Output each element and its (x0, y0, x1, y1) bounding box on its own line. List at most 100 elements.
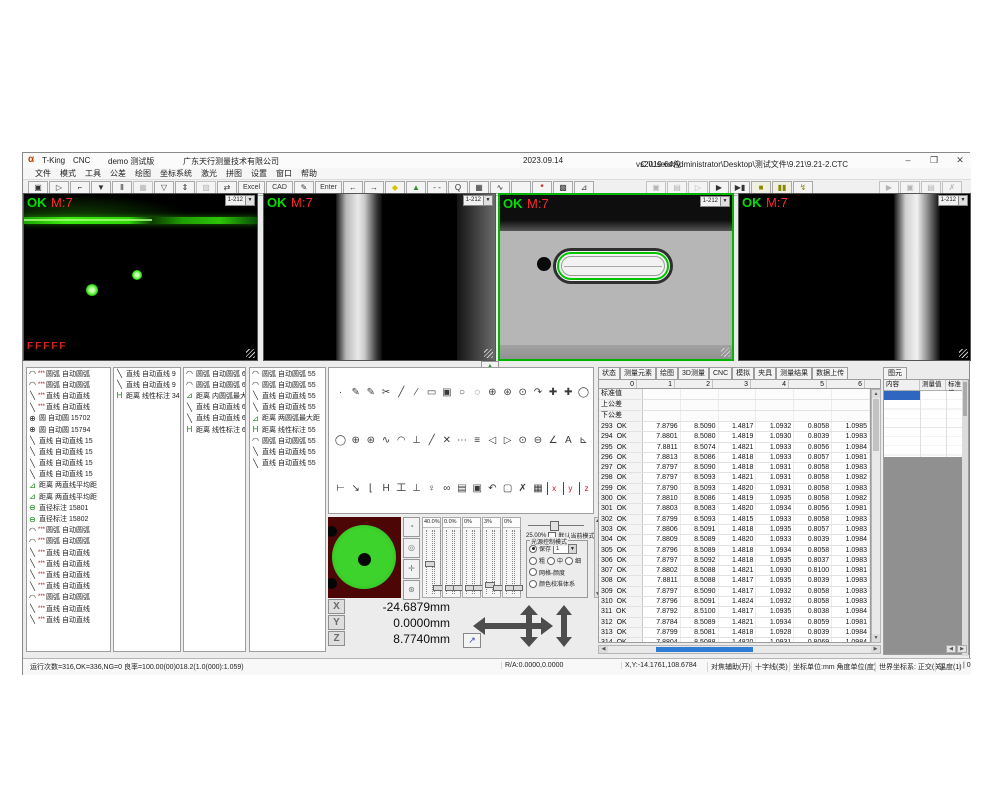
light-slider-group[interactable]: 0% (502, 517, 521, 598)
table-row[interactable]: 303 OK7.88068.50911.48181.09350.80571.09… (599, 525, 870, 535)
light-slider-group[interactable]: 0% (462, 517, 481, 598)
palette-tool-icon[interactable]: ▷ (501, 434, 514, 447)
palette-tool-icon[interactable]: ○ (456, 386, 469, 399)
medium-radio[interactable] (547, 557, 555, 565)
z-axis-icon[interactable]: Z (328, 631, 345, 646)
ring-light-preview[interactable] (328, 517, 401, 598)
palette-tool-icon[interactable]: ✎ (349, 386, 362, 399)
measure-list-item[interactable]: ◠***圆弧 自动圆弧 (27, 525, 110, 536)
table-row[interactable]: 300 OK7.88108.50861.48191.09350.80581.09… (599, 494, 870, 504)
measure-list-item[interactable]: H距离 线性标注 55 (250, 424, 325, 435)
table-row[interactable]: 下公差 (599, 411, 870, 422)
measure-list-item[interactable]: ╲直线 自动直线 55 (250, 402, 325, 413)
table-vertical-scrollbar[interactable]: ▲ ▼ (871, 389, 881, 643)
measure-list-item[interactable]: ╲***直线 自动直线 (27, 558, 110, 569)
table-row[interactable]: 312 OK7.87848.50891.48211.09340.80591.09… (599, 618, 870, 628)
element-scrollbar[interactable] (962, 380, 968, 656)
menu-item[interactable]: 工具 (85, 168, 101, 179)
table-row[interactable]: 295 OK7.88118.50741.48211.09330.80561.09… (599, 443, 870, 453)
palette-tool-icon[interactable]: ✕ (440, 434, 453, 447)
table-row[interactable]: 314 OK7.88048.50881.48201.09310.80691.09… (599, 638, 870, 643)
palette-tool-icon[interactable]: ▣ (471, 482, 484, 495)
xy-jog-arrows-icon[interactable] (473, 605, 553, 647)
table-row[interactable]: 293 OK7.87968.50901.48171.09320.80581.09… (599, 422, 870, 432)
palette-tool-icon[interactable]: ╱ (395, 386, 408, 399)
slider-thumb[interactable] (550, 521, 559, 531)
results-tab[interactable]: 测量元素 (620, 367, 656, 379)
bottom-scroll-arrows[interactable]: ◀▶ (946, 645, 967, 653)
palette-tool-icon[interactable]: ▤ (456, 482, 469, 495)
y-axis-icon[interactable]: Y (328, 615, 345, 630)
palette-tool-icon[interactable]: ⊥ (410, 482, 423, 495)
results-tab[interactable]: 模拟 (732, 367, 754, 379)
resize-grip-icon[interactable] (721, 348, 730, 357)
menu-item[interactable]: 绘图 (135, 168, 151, 179)
light-slider-track[interactable] (434, 530, 441, 594)
color-cal-radio[interactable] (529, 580, 537, 588)
table-row[interactable]: 309 OK7.87978.50901.48171.09320.80581.09… (599, 587, 870, 597)
measure-list-item[interactable]: ╲直线 自动直线 15 (27, 446, 110, 457)
measure-list-item[interactable]: ╲直线 自动直线 66 (184, 402, 245, 413)
light-slider-track[interactable] (486, 530, 493, 594)
coarse-radio[interactable] (529, 557, 537, 565)
table-row[interactable]: 307 OK7.88028.50881.48211.09300.81001.09… (599, 566, 870, 576)
table-row[interactable]: 294 OK7.88018.50801.48191.09300.80391.09… (599, 432, 870, 442)
light-slider-track[interactable] (506, 530, 513, 594)
measure-list-item[interactable]: ╲***直线 自动直线 (27, 569, 110, 580)
measure-list-item[interactable]: ╲***直线 自动直线 (27, 390, 110, 401)
camera-view-1[interactable]: OK M:7 1-212▼ FFFFF (23, 193, 258, 361)
resize-grip-icon[interactable] (484, 349, 493, 358)
table-row[interactable]: 301 OK7.88038.50831.48201.09340.80561.09… (599, 504, 870, 514)
palette-tool-icon[interactable]: ▣ (440, 386, 453, 399)
palette-tool-icon[interactable]: ⌊ (364, 482, 377, 495)
measure-list-item[interactable]: ⊖直径标注 15801 (27, 502, 110, 513)
palette-tool-icon[interactable]: ◁ (486, 434, 499, 447)
palette-tool-icon[interactable]: ⊕ (486, 386, 499, 399)
minimize-button[interactable]: – (901, 153, 915, 168)
palette-tool-icon[interactable]: ◯ (577, 386, 590, 399)
palette-tool-icon[interactable]: ⊙ (516, 434, 529, 447)
results-tab[interactable]: 绘图 (656, 367, 678, 379)
palette-tool-icon[interactable]: z (579, 482, 593, 495)
x-axis-icon[interactable]: X (328, 599, 345, 614)
measure-list-item[interactable]: ╲直线 自动直线 55 (250, 390, 325, 401)
palette-tool-icon[interactable]: ⊕ (349, 434, 362, 447)
scrollbar-thumb[interactable] (873, 399, 879, 451)
results-tab[interactable]: 夹具 (754, 367, 776, 379)
palette-tool-icon[interactable]: ⋯ (456, 434, 469, 447)
measure-list-item[interactable]: ⊿距离 两圆弧最大距 (250, 413, 325, 424)
palette-tool-icon[interactable]: ◯ (334, 434, 347, 447)
measure-list-item[interactable]: ╲直线 自动直线 55 (250, 446, 325, 457)
measure-list-item[interactable]: ╲直线 自动直线 15 (27, 435, 110, 446)
table-row[interactable]: 308 OK7.88118.50881.48171.09350.80391.09… (599, 576, 870, 586)
measure-list-item[interactable]: ╲***直线 自动直线 (27, 603, 110, 614)
slider-thumb[interactable] (513, 585, 523, 591)
measure-list-item[interactable]: ◠***圆弧 自动圆弧 (27, 379, 110, 390)
measure-list-item[interactable]: ╲直线 自动直线 65 (184, 413, 245, 424)
measure-list-item[interactable]: ◠***圆弧 自动圆弧 (27, 536, 110, 547)
light-mode-button[interactable]: ◔ (403, 517, 420, 537)
palette-tool-icon[interactable]: ✚ (562, 386, 575, 399)
z-jog-arrows-icon[interactable] (556, 605, 572, 647)
palette-tool-icon[interactable]: ⊥ (410, 434, 423, 447)
palette-tool-icon[interactable]: ⊛ (364, 434, 377, 447)
grid-radio[interactable] (529, 568, 537, 576)
results-tab[interactable]: CNC (709, 367, 732, 379)
measure-list-item[interactable]: ╲***直线 自动直线 (27, 402, 110, 413)
measure-list-item[interactable]: ◠圆弧 自动圆弧 65 (184, 379, 245, 390)
palette-tool-icon[interactable]: ↘ (349, 482, 362, 495)
element-rows[interactable] (884, 391, 968, 457)
palette-tool-icon[interactable]: ▭ (425, 386, 438, 399)
palette-tool-icon[interactable]: ✂ (380, 386, 393, 399)
palette-tool-icon[interactable]: ⊾ (577, 434, 590, 447)
measure-list-item[interactable]: ⊿距离 内圆弧最大距 (184, 390, 245, 401)
measure-list-item[interactable]: ⊿距离 两直线平均距 (27, 480, 110, 491)
palette-tool-icon[interactable]: H (380, 482, 393, 495)
resize-grip-icon[interactable] (246, 349, 255, 358)
measure-list-item[interactable]: ╲***直线 自动直线 (27, 581, 110, 592)
results-tab[interactable]: 测量结果 (776, 367, 812, 379)
palette-tool-icon[interactable]: ↶ (486, 482, 499, 495)
palette-tool-icon[interactable]: ▢ (501, 482, 514, 495)
light-slider-track[interactable] (446, 530, 453, 594)
save-radio[interactable] (529, 545, 537, 553)
